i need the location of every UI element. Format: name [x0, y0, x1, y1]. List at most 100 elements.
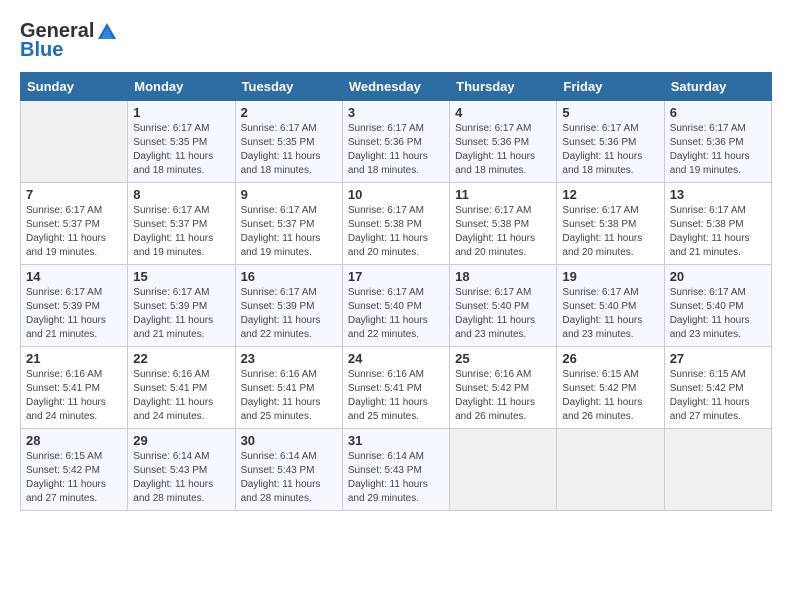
day-cell: 25 Sunrise: 6:16 AMSunset: 5:42 PMDayligh…: [450, 347, 557, 429]
day-detail: Sunrise: 6:16 AMSunset: 5:41 PMDaylight:…: [348, 368, 444, 424]
day-cell: 29 Sunrise: 6:14 AMSunset: 5:43 PMDayligh…: [128, 429, 235, 511]
day-detail: Sunrise: 6:16 AMSunset: 5:41 PMDaylight:…: [26, 368, 122, 424]
day-cell: 23 Sunrise: 6:16 AMSunset: 5:41 PMDayligh…: [235, 347, 342, 429]
header-cell-wednesday: Wednesday: [342, 73, 449, 101]
day-cell: 9 Sunrise: 6:17 AMSunset: 5:37 PMDaylight…: [235, 183, 342, 265]
day-cell: 13 Sunrise: 6:17 AMSunset: 5:38 PMDayligh…: [664, 183, 771, 265]
day-detail: Sunrise: 6:17 AMSunset: 5:36 PMDaylight:…: [562, 122, 658, 178]
day-cell: 24 Sunrise: 6:16 AMSunset: 5:41 PMDayligh…: [342, 347, 449, 429]
header-cell-friday: Friday: [557, 73, 664, 101]
day-detail: Sunrise: 6:17 AMSunset: 5:35 PMDaylight:…: [133, 122, 229, 178]
day-cell: 7Sunrise: 6:17 AMSunset: 5:37 PMDaylight…: [21, 183, 128, 265]
day-cell: 6 Sunrise: 6:17 AMSunset: 5:36 PMDaylight…: [664, 101, 771, 183]
day-cell: 5 Sunrise: 6:17 AMSunset: 5:36 PMDaylight…: [557, 101, 664, 183]
header-cell-thursday: Thursday: [450, 73, 557, 101]
header-cell-tuesday: Tuesday: [235, 73, 342, 101]
day-detail: Sunrise: 6:17 AMSunset: 5:39 PMDaylight:…: [26, 286, 122, 342]
day-number: 20: [670, 269, 766, 284]
day-number: 8: [133, 187, 229, 202]
day-cell: 3Sunrise: 6:17 AMSunset: 5:36 PMDaylight…: [342, 101, 449, 183]
day-cell: 14 Sunrise: 6:17 AMSunset: 5:39 PMDayligh…: [21, 265, 128, 347]
day-cell: 16 Sunrise: 6:17 AMSunset: 5:39 PMDayligh…: [235, 265, 342, 347]
day-detail: Sunrise: 6:15 AMSunset: 5:42 PMDaylight:…: [562, 368, 658, 424]
day-cell: 30 Sunrise: 6:14 AMSunset: 5:43 PMDayligh…: [235, 429, 342, 511]
day-cell: 4Sunrise: 6:17 AMSunset: 5:36 PMDaylight…: [450, 101, 557, 183]
day-detail: Sunrise: 6:16 AMSunset: 5:42 PMDaylight:…: [455, 368, 551, 424]
day-cell: 2Sunrise: 6:17 AMSunset: 5:35 PMDaylight…: [235, 101, 342, 183]
day-number: 30: [241, 433, 337, 448]
calendar-header: SundayMondayTuesdayWednesdayThursdayFrid…: [21, 73, 772, 101]
day-cell: [557, 429, 664, 511]
header: General Blue: [20, 20, 772, 62]
logo: General Blue: [20, 20, 118, 62]
day-number: 29: [133, 433, 229, 448]
day-detail: Sunrise: 6:17 AMSunset: 5:40 PMDaylight:…: [348, 286, 444, 342]
logo-blue-text: Blue: [20, 39, 63, 62]
day-cell: 19 Sunrise: 6:17 AMSunset: 5:40 PMDayligh…: [557, 265, 664, 347]
day-cell: [450, 429, 557, 511]
week-row-5: 28Sunrise: 6:15 AMSunset: 5:42 PMDayligh…: [21, 429, 772, 511]
day-cell: 27 Sunrise: 6:15 AMSunset: 5:42 PMDayligh…: [664, 347, 771, 429]
day-detail: Sunrise: 6:17 AMSunset: 5:39 PMDaylight:…: [241, 286, 337, 342]
logo-icon: [96, 21, 118, 43]
day-number: 19: [562, 269, 658, 284]
day-number: 15: [133, 269, 229, 284]
day-cell: 20 Sunrise: 6:17 AMSunset: 5:40 PMDayligh…: [664, 265, 771, 347]
day-number: 9: [241, 187, 337, 202]
day-number: 5: [562, 105, 658, 120]
day-number: 16: [241, 269, 337, 284]
day-detail: Sunrise: 6:17 AMSunset: 5:37 PMDaylight:…: [241, 204, 337, 260]
day-detail: Sunrise: 6:16 AMSunset: 5:41 PMDaylight:…: [133, 368, 229, 424]
day-detail: Sunrise: 6:17 AMSunset: 5:38 PMDaylight:…: [670, 204, 766, 260]
header-cell-sunday: Sunday: [21, 73, 128, 101]
day-number: 22: [133, 351, 229, 366]
week-row-4: 21Sunrise: 6:16 AMSunset: 5:41 PMDayligh…: [21, 347, 772, 429]
day-number: 23: [241, 351, 337, 366]
day-cell: 22 Sunrise: 6:16 AMSunset: 5:41 PMDayligh…: [128, 347, 235, 429]
day-detail: Sunrise: 6:15 AMSunset: 5:42 PMDaylight:…: [26, 450, 122, 506]
day-cell: 1 Sunrise: 6:17 AMSunset: 5:35 PMDaylight…: [128, 101, 235, 183]
day-detail: Sunrise: 6:17 AMSunset: 5:40 PMDaylight:…: [670, 286, 766, 342]
day-number: 24: [348, 351, 444, 366]
day-cell: 28Sunrise: 6:15 AMSunset: 5:42 PMDayligh…: [21, 429, 128, 511]
calendar-table: SundayMondayTuesdayWednesdayThursdayFrid…: [20, 72, 772, 511]
day-number: 1: [133, 105, 229, 120]
day-detail: Sunrise: 6:17 AMSunset: 5:37 PMDaylight:…: [133, 204, 229, 260]
day-detail: Sunrise: 6:17 AMSunset: 5:36 PMDaylight:…: [670, 122, 766, 178]
day-detail: Sunrise: 6:14 AMSunset: 5:43 PMDaylight:…: [241, 450, 337, 506]
day-detail: Sunrise: 6:16 AMSunset: 5:41 PMDaylight:…: [241, 368, 337, 424]
day-cell: 11 Sunrise: 6:17 AMSunset: 5:38 PMDayligh…: [450, 183, 557, 265]
week-row-2: 7 Sunrise: 6:17 AMSunset: 5:37 PMDaylight…: [21, 183, 772, 265]
day-cell: 18Sunrise: 6:17 AMSunset: 5:40 PMDayligh…: [450, 265, 557, 347]
day-cell: [21, 101, 128, 183]
day-number: 11: [455, 187, 551, 202]
day-cell: 17Sunrise: 6:17 AMSunset: 5:40 PMDayligh…: [342, 265, 449, 347]
day-cell: [664, 429, 771, 511]
day-detail: Sunrise: 6:17 AMSunset: 5:36 PMDaylight:…: [348, 122, 444, 178]
day-detail: Sunrise: 6:17 AMSunset: 5:38 PMDaylight:…: [455, 204, 551, 260]
day-detail: Sunrise: 6:17 AMSunset: 5:38 PMDaylight:…: [348, 204, 444, 260]
day-detail: Sunrise: 6:17 AMSunset: 5:35 PMDaylight:…: [241, 122, 337, 178]
day-detail: Sunrise: 6:15 AMSunset: 5:42 PMDaylight:…: [670, 368, 766, 424]
day-number: 13: [670, 187, 766, 202]
header-row: SundayMondayTuesdayWednesdayThursdayFrid…: [21, 73, 772, 101]
day-number: 12: [562, 187, 658, 202]
day-cell: 12Sunrise: 6:17 AMSunset: 5:38 PMDayligh…: [557, 183, 664, 265]
header-cell-monday: Monday: [128, 73, 235, 101]
day-cell: 8 Sunrise: 6:17 AMSunset: 5:37 PMDaylight…: [128, 183, 235, 265]
day-cell: 26 Sunrise: 6:15 AMSunset: 5:42 PMDayligh…: [557, 347, 664, 429]
day-number: 25: [455, 351, 551, 366]
day-detail: Sunrise: 6:17 AMSunset: 5:36 PMDaylight:…: [455, 122, 551, 178]
day-number: 6: [670, 105, 766, 120]
day-number: 14: [26, 269, 122, 284]
day-detail: Sunrise: 6:14 AMSunset: 5:43 PMDaylight:…: [133, 450, 229, 506]
day-number: 7: [26, 187, 122, 202]
day-cell: 21Sunrise: 6:16 AMSunset: 5:41 PMDayligh…: [21, 347, 128, 429]
day-number: 26: [562, 351, 658, 366]
day-cell: 10Sunrise: 6:17 AMSunset: 5:38 PMDayligh…: [342, 183, 449, 265]
calendar-body: 1 Sunrise: 6:17 AMSunset: 5:35 PMDaylight…: [21, 101, 772, 511]
day-detail: Sunrise: 6:17 AMSunset: 5:40 PMDaylight:…: [562, 286, 658, 342]
day-number: 27: [670, 351, 766, 366]
week-row-3: 14 Sunrise: 6:17 AMSunset: 5:39 PMDayligh…: [21, 265, 772, 347]
day-cell: 15Sunrise: 6:17 AMSunset: 5:39 PMDayligh…: [128, 265, 235, 347]
